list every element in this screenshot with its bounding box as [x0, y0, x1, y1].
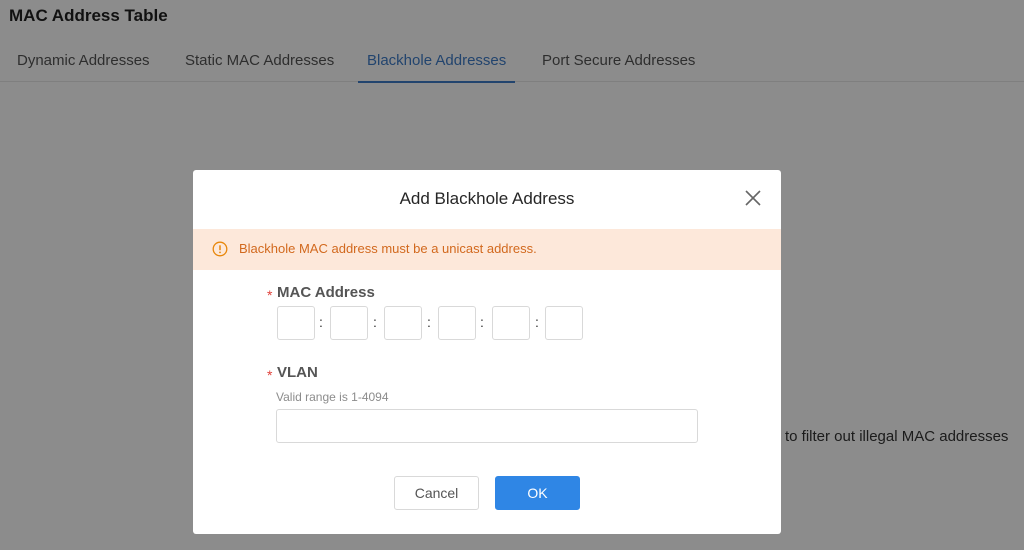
mac-octet-5-input[interactable]	[492, 306, 530, 340]
mac-octet-6-input[interactable]	[545, 306, 583, 340]
mac-address-label: MAC Address	[277, 284, 375, 301]
mac-octet-4-input[interactable]	[438, 306, 476, 340]
vlan-label: VLAN	[277, 364, 318, 381]
vlan-input[interactable]	[276, 409, 698, 443]
required-asterisk: *	[267, 287, 273, 303]
mac-octet-2-input[interactable]	[330, 306, 368, 340]
mac-separator: :	[535, 314, 539, 330]
ok-button[interactable]: OK	[495, 476, 580, 510]
mac-separator: :	[427, 314, 431, 330]
warning-circle-icon	[212, 241, 228, 257]
add-blackhole-address-dialog: Add Blackhole Address Blackhole MAC addr…	[193, 170, 781, 534]
page: MAC Address Table Dynamic Addresses Stat…	[0, 0, 1024, 550]
vlan-hint: Valid range is 1-4094	[276, 390, 389, 404]
alert-message: Blackhole MAC address must be a unicast …	[239, 241, 537, 256]
cancel-button[interactable]: Cancel	[394, 476, 479, 510]
mac-separator: :	[373, 314, 377, 330]
mac-separator: :	[480, 314, 484, 330]
dialog-title: Add Blackhole Address	[399, 189, 575, 208]
mac-octet-1-input[interactable]	[277, 306, 315, 340]
mac-octet-3-input[interactable]	[384, 306, 422, 340]
mac-separator: :	[319, 314, 323, 330]
warning-alert: Blackhole MAC address must be a unicast …	[193, 229, 781, 270]
required-asterisk: *	[267, 367, 273, 383]
close-icon[interactable]	[742, 187, 764, 209]
